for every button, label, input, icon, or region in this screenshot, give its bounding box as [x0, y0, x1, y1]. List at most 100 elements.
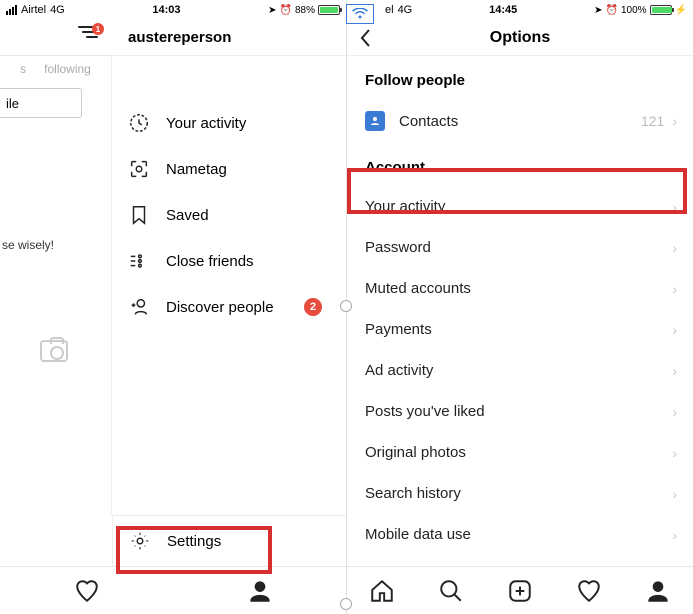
phone-left: Airtel 4G 14:03 ➤ ⏰ 88% 1 austereperson …: [0, 0, 347, 614]
profile-left-strip: s following ile se wisely!: [0, 56, 112, 515]
drawer-nametag[interactable]: Nametag: [112, 146, 346, 192]
carrier-fragment: el: [385, 4, 394, 16]
drawer-discover-people[interactable]: Discover people 2: [112, 284, 346, 330]
options-title: Options: [490, 29, 550, 47]
settings-label: Settings: [167, 533, 221, 550]
row-label: Posts you've liked: [365, 403, 485, 420]
row-label: Mobile data use: [365, 526, 471, 543]
signal-bars-icon: [6, 5, 17, 15]
chevron-right-icon: ›: [672, 527, 677, 543]
row-label: Payments: [365, 321, 432, 338]
options-list: Follow people Contacts 121 › Account You…: [347, 56, 693, 566]
divider-handle-lower[interactable]: [340, 598, 352, 610]
drawer-label: Your activity: [166, 115, 246, 132]
bookmark-icon: [128, 204, 150, 226]
row-original-photos[interactable]: Original photos ›: [347, 432, 693, 473]
battery-icon: [650, 5, 672, 15]
chevron-right-icon: ›: [672, 113, 677, 129]
row-password[interactable]: Password ›: [347, 227, 693, 268]
drawer-close-friends[interactable]: Close friends: [112, 238, 346, 284]
bottom-nav-left: [0, 566, 346, 614]
divider-handle-upper[interactable]: [340, 300, 352, 312]
person-icon[interactable]: [247, 578, 273, 604]
row-posts-liked[interactable]: Posts you've liked ›: [347, 391, 693, 432]
wifi-overlay-icon: [346, 4, 374, 24]
battery-icon: [318, 5, 340, 15]
gear-icon: [129, 530, 151, 552]
row-mobile-data[interactable]: Mobile data use ›: [347, 514, 693, 555]
alarm-icon: ⏰: [606, 5, 618, 16]
drawer-label: Saved: [166, 207, 209, 224]
discover-badge: 2: [304, 298, 322, 316]
row-payments[interactable]: Payments ›: [347, 309, 693, 350]
discover-people-icon: [128, 296, 150, 318]
drawer-your-activity[interactable]: Your activity: [112, 100, 346, 146]
drawer-label: Close friends: [166, 253, 254, 270]
tab-fragment-s: s: [20, 62, 26, 76]
chevron-right-icon: ›: [672, 199, 677, 215]
heart-icon[interactable]: [74, 578, 100, 604]
carrier-label: Airtel: [21, 4, 46, 16]
status-bar: el 4G 14:45 ➤ ⏰ 100% ⚡: [347, 0, 693, 20]
status-bar: Airtel 4G 14:03 ➤ ⏰ 88%: [0, 0, 346, 20]
add-post-icon[interactable]: [507, 578, 533, 604]
chevron-right-icon: ›: [672, 363, 677, 379]
section-follow-people: Follow people: [347, 56, 693, 99]
battery-label: 100%: [621, 5, 647, 16]
tab-following[interactable]: following: [44, 62, 91, 76]
drawer-username: austereperson: [112, 20, 346, 56]
options-header: Options: [347, 20, 693, 56]
chevron-right-icon: ›: [672, 281, 677, 297]
row-muted-accounts[interactable]: Muted accounts ›: [347, 268, 693, 309]
network-label: 4G: [50, 4, 65, 16]
menu-button[interactable]: 1: [78, 26, 98, 38]
tagged-photos-icon[interactable]: [40, 340, 68, 362]
battery-label: 88%: [295, 5, 315, 16]
row-contacts[interactable]: Contacts 121 ›: [347, 99, 693, 143]
row-search-history[interactable]: Search history ›: [347, 473, 693, 514]
drawer-label: Discover people: [166, 299, 274, 316]
home-icon[interactable]: [369, 578, 395, 604]
phone-right: el 4G 14:45 ➤ ⏰ 100% ⚡ Options Follow pe…: [347, 0, 693, 614]
drawer-panel: Your activity Nametag Saved Close friend…: [112, 56, 346, 515]
charging-icon: ⚡: [675, 5, 687, 16]
close-friends-icon: [128, 250, 150, 272]
activity-icon: [128, 112, 150, 134]
row-label: Original photos: [365, 444, 466, 461]
menu-badge: 1: [92, 23, 104, 35]
chevron-right-icon: ›: [672, 404, 677, 420]
row-label: Ad activity: [365, 362, 433, 379]
row-label: Your activity: [365, 198, 445, 215]
drawer-label: Nametag: [166, 161, 227, 178]
drawer-saved[interactable]: Saved: [112, 192, 346, 238]
back-button[interactable]: [359, 28, 373, 53]
bio-fragment: se wisely!: [0, 238, 111, 252]
heart-icon[interactable]: [576, 578, 602, 604]
row-ad-activity[interactable]: Ad activity ›: [347, 350, 693, 391]
row-label: Password: [365, 239, 431, 256]
status-time: 14:03: [65, 4, 268, 16]
chevron-right-icon: ›: [672, 486, 677, 502]
person-icon[interactable]: [645, 578, 671, 604]
contacts-count: 121: [641, 113, 664, 129]
section-account: Account: [347, 143, 693, 186]
edit-profile-fragment[interactable]: ile: [0, 88, 82, 118]
contacts-icon: [365, 111, 385, 131]
row-label: Muted accounts: [365, 280, 471, 297]
chevron-right-icon: ›: [672, 240, 677, 256]
alarm-icon: ⏰: [280, 5, 292, 16]
search-icon[interactable]: [438, 578, 464, 604]
location-icon: ➤: [268, 5, 276, 16]
row-label: Search history: [365, 485, 461, 502]
row-your-activity[interactable]: Your activity ›: [347, 186, 693, 227]
row-label: Contacts: [399, 113, 458, 130]
status-time: 14:45: [412, 4, 594, 16]
location-icon: ➤: [594, 5, 602, 16]
chevron-right-icon: ›: [672, 322, 677, 338]
drawer-settings[interactable]: Settings: [112, 515, 346, 566]
nametag-icon: [128, 158, 150, 180]
chevron-right-icon: ›: [672, 445, 677, 461]
row-language[interactable]: Language ›: [347, 555, 693, 566]
network-label: 4G: [398, 4, 413, 16]
bottom-nav-right: [347, 566, 693, 614]
